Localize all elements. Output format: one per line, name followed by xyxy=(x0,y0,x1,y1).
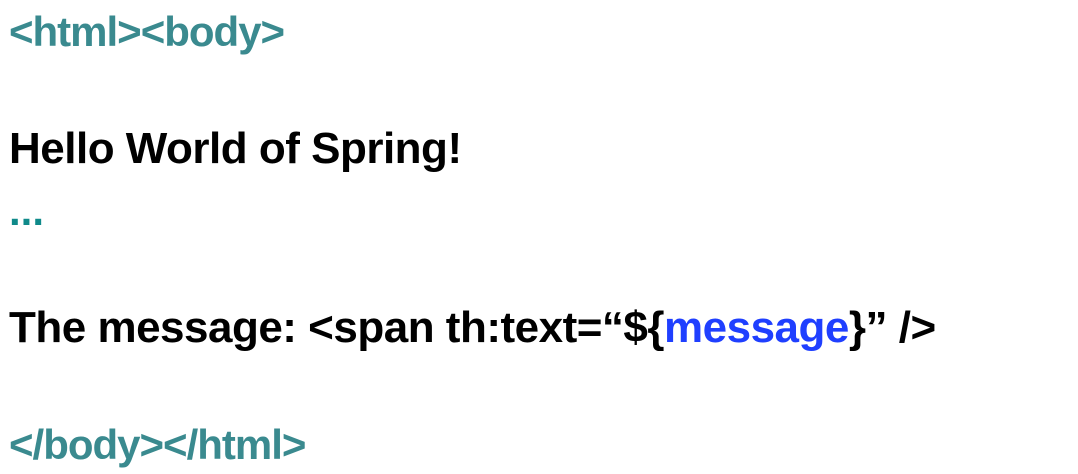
hello-text-line: Hello World of Spring! xyxy=(9,124,462,173)
open-tags-line: <html><body> xyxy=(9,8,285,55)
message-prefix: The message: <span th:text=“${ xyxy=(9,303,665,352)
message-template-line: The message: <span th:text=“${message}” … xyxy=(9,306,936,350)
message-variable: message xyxy=(664,303,849,352)
close-tags-line: </body></html> xyxy=(9,421,306,468)
ellipsis-line: ... xyxy=(9,187,45,234)
message-suffix: }” /> xyxy=(848,303,936,352)
